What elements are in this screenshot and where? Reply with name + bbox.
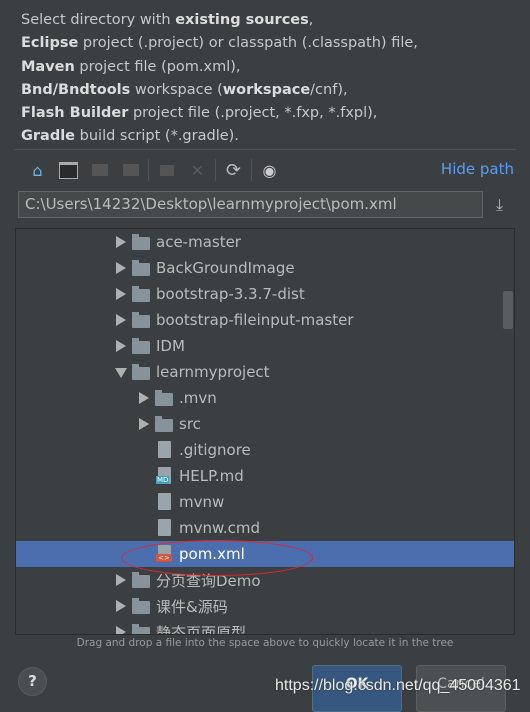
divider	[215, 159, 216, 181]
description-text: Maven	[21, 58, 75, 75]
folder-icon	[132, 338, 150, 354]
folder-icon	[132, 624, 150, 634]
tree-item[interactable]: 课件&源码	[16, 593, 514, 619]
folder-icon	[132, 598, 150, 614]
tree-item[interactable]: ace-master	[16, 229, 514, 255]
expand-arrow-icon[interactable]	[116, 600, 126, 612]
description-line: Eclipse project (.project) or classpath …	[21, 32, 418, 55]
divider	[251, 159, 252, 181]
tree-item[interactable]: .gitignore	[16, 437, 514, 463]
expand-arrow-icon[interactable]	[139, 392, 149, 404]
tree-item-label: 课件&源码	[156, 597, 228, 616]
folder-icon	[155, 416, 173, 432]
description-text: project file (pom.xml),	[74, 58, 241, 75]
tree-item[interactable]: BackGroundImage	[16, 255, 514, 281]
expand-arrow-icon[interactable]	[116, 626, 126, 634]
folder-icon	[132, 364, 150, 380]
home-icon[interactable]: ⌂	[22, 158, 53, 182]
markdown-file-icon	[156, 467, 171, 484]
folder-icon	[132, 234, 150, 250]
description-text: /cnf),	[310, 81, 348, 98]
file-tree[interactable]: ace-master BackGroundImage bootstrap-3.3.7…	[15, 228, 515, 635]
tree-item-label: ace-master	[156, 233, 241, 251]
collapse-arrow-icon[interactable]	[115, 368, 127, 378]
tree-item-label: bootstrap-3.3.7-dist	[156, 285, 305, 303]
tree-item-label: BackGroundImage	[156, 259, 295, 277]
tree-item[interactable]: .mvn	[16, 385, 514, 411]
description-text: Flash Builder	[21, 105, 129, 122]
description-text: build script (*.gradle).	[75, 128, 239, 145]
description-line: Gradle build script (*.gradle).	[21, 125, 418, 148]
tree-item[interactable]: IDM	[16, 333, 514, 359]
file-icon	[158, 493, 171, 510]
tree-item[interactable]: 静态页面原型	[16, 619, 514, 635]
description: Select directory with existing sources, E…	[21, 9, 418, 149]
tree-item-label: mvnw	[179, 493, 225, 511]
show-hidden-icon[interactable]: ◉	[254, 158, 285, 182]
description-text: project file (.project, *.fxp, *.fxpl),	[128, 105, 378, 122]
tree-item-label: mvnw.cmd	[179, 519, 261, 537]
description-text: workspace	[222, 81, 311, 98]
expand-arrow-icon[interactable]	[139, 418, 149, 430]
file-icon	[158, 441, 171, 458]
folder-icon	[132, 572, 150, 588]
description-line: Bnd/Bndtools workspace (workspace/cnf),	[21, 79, 418, 102]
tree-item[interactable]: learnmyproject	[16, 359, 514, 385]
download-icon[interactable]: ⤓	[496, 195, 503, 215]
refresh-icon[interactable]: ⟳	[218, 158, 249, 182]
desktop-icon[interactable]	[53, 158, 84, 182]
tree-item-label: learnmyproject	[156, 363, 270, 381]
tree-item[interactable]: bootstrap-3.3.7-dist	[16, 281, 514, 307]
file-icon	[158, 519, 171, 536]
tree-item-label: src	[179, 415, 201, 433]
expand-arrow-icon[interactable]	[116, 574, 126, 586]
annotation-circle	[121, 540, 313, 576]
toolbar: ⌂ ✕ ⟳ ◉	[22, 158, 285, 182]
description-line: Flash Builder project file (.project, *.…	[21, 102, 418, 125]
delete-icon[interactable]: ✕	[182, 158, 213, 182]
divider	[148, 159, 149, 181]
tree-item-label: IDM	[156, 337, 185, 355]
divider	[14, 149, 516, 150]
description-text: Bnd/Bndtools	[21, 81, 131, 98]
expand-arrow-icon[interactable]	[116, 314, 126, 326]
expand-arrow-icon[interactable]	[116, 236, 126, 248]
description-text: workspace (	[130, 81, 223, 98]
folder-icon	[132, 260, 150, 276]
expand-arrow-icon[interactable]	[116, 288, 126, 300]
folder-icon	[155, 390, 173, 406]
description-text: existing sources	[175, 12, 309, 28]
expand-arrow-icon[interactable]	[116, 340, 126, 352]
description-text: Eclipse	[21, 35, 79, 52]
folder-icon	[132, 312, 150, 328]
tree-item-label: .mvn	[179, 389, 217, 407]
project-icon[interactable]	[84, 158, 115, 182]
tree-item[interactable]: HELP.md	[16, 463, 514, 489]
tree-item[interactable]: src	[16, 411, 514, 437]
tree-item-label: .gitignore	[179, 441, 251, 459]
hide-path-link[interactable]: Hide path	[441, 160, 514, 178]
expand-arrow-icon[interactable]	[116, 262, 126, 274]
description-text: Select directory with	[21, 12, 176, 28]
tree-item-label: 静态页面原型	[156, 623, 247, 635]
help-button[interactable]: ?	[18, 667, 47, 696]
tree-item[interactable]: bootstrap-fileinput-master	[16, 307, 514, 333]
description-text: project (.project) or classpath (.classp…	[78, 35, 418, 52]
drag-drop-hint: Drag and drop a file into the space abov…	[76, 637, 454, 649]
description-line: Select directory with existing sources,	[21, 9, 418, 32]
description-text: Gradle	[21, 128, 76, 145]
description-line: Maven project file (pom.xml),	[21, 56, 418, 79]
folder-icon	[132, 286, 150, 302]
module-icon[interactable]	[115, 158, 146, 182]
tree-item-label: bootstrap-fileinput-master	[156, 311, 354, 329]
tree-item[interactable]: mvnw.cmd	[16, 515, 514, 541]
tree-item-label: HELP.md	[179, 467, 244, 485]
path-input[interactable]: C:\Users\14232\Desktop\learnmyproject\po…	[18, 191, 483, 218]
watermark: https://blog.csdn.net/qq_45004361	[275, 677, 521, 694]
tree-item[interactable]: mvnw	[16, 489, 514, 515]
description-text: ,	[308, 12, 314, 28]
new-folder-icon[interactable]	[151, 158, 182, 182]
